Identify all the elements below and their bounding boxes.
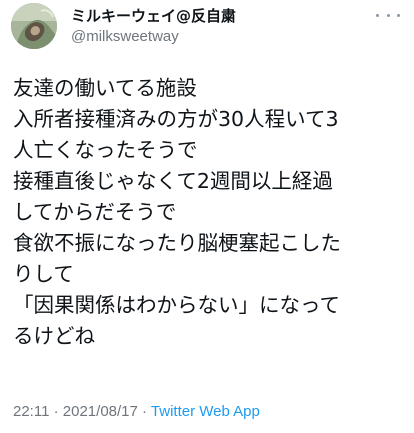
tweet-date[interactable]: 2021/08/17 <box>63 403 138 420</box>
tweet-text-line: 「因果関係はわからない」になって <box>13 293 340 317</box>
tweet-card: ミルキーウェイ@反自粛 @milksweetway 友達の働いてる施設 入所者接… <box>0 0 414 433</box>
tweet-text-line: 食欲不振になったり脳梗塞起こした <box>13 231 341 255</box>
dot <box>397 13 400 17</box>
tweet-text-line: 接種直後じゃなくて2週間以上経過 <box>13 169 333 193</box>
tweet-text-line: るけどね <box>13 324 95 348</box>
tweet-text-line: りして <box>13 262 74 286</box>
meta-separator: · <box>137 403 151 420</box>
ellipsis-icon[interactable] <box>376 8 400 22</box>
tweet-meta: 22:11 · 2021/08/17 · Twitter Web App <box>13 403 260 421</box>
user-info: ミルキーウェイ@反自粛 @milksweetway <box>71 7 236 46</box>
tweet-text-line: 入所者接種済みの方が30人程いて3 <box>13 107 339 131</box>
tweet-text-line: 友達の働いてる施設 <box>13 76 197 100</box>
avatar[interactable] <box>11 3 57 49</box>
display-name[interactable]: ミルキーウェイ@反自粛 <box>71 7 236 25</box>
tweet-text-line: してからだそうで <box>13 200 177 224</box>
dot <box>376 13 379 17</box>
meta-separator: · <box>49 403 63 420</box>
tweet-text: 友達の働いてる施設 入所者接種済みの方が30人程いて3 人亡くなったそうで 接種… <box>13 73 405 352</box>
user-handle[interactable]: @milksweetway <box>71 28 236 46</box>
dot <box>386 13 390 17</box>
tweet-text-line: 人亡くなったそうで <box>13 138 198 162</box>
tweet-time[interactable]: 22:11 <box>13 403 49 420</box>
tweet-source-link[interactable]: Twitter Web App <box>151 403 260 420</box>
avatar-photo-icon <box>11 3 57 49</box>
